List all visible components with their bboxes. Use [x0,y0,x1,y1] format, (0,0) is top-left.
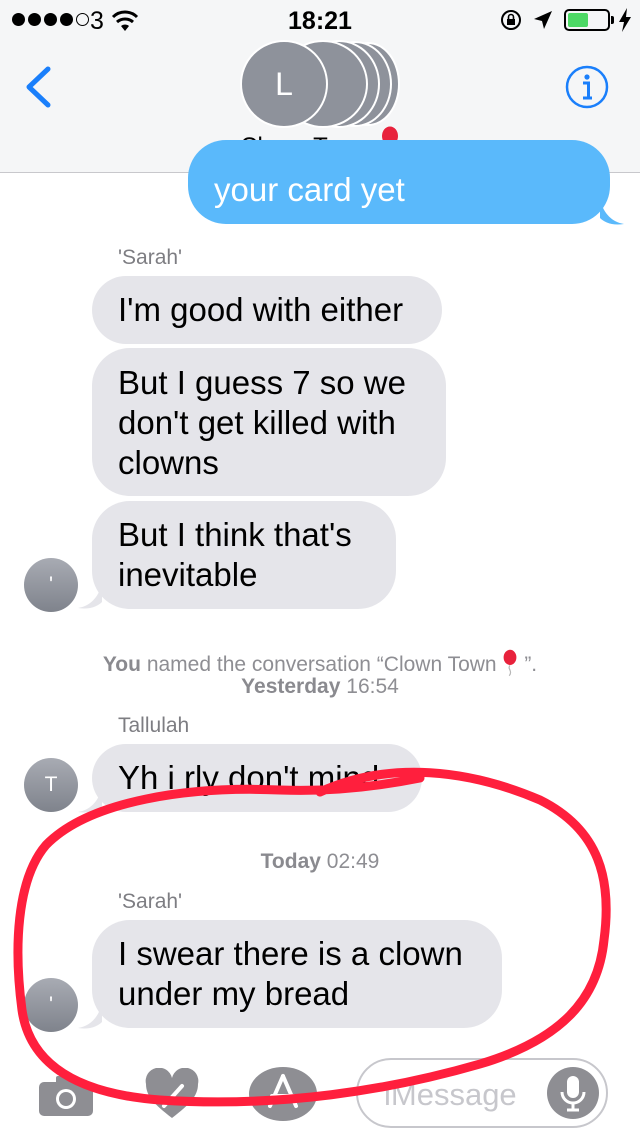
group-avatar-stack[interactable]: L [240,40,400,130]
rotation-lock-icon [501,10,521,30]
message-bubble-incoming[interactable]: I'm good with either [92,276,442,344]
message-text-line: But I think that's [118,516,352,553]
bubble-tail [78,788,102,813]
status-bar: 3 18:21 [0,0,640,40]
message-text-line: inevitable [118,556,258,593]
camera-icon[interactable] [38,1074,94,1116]
charging-bolt-icon [619,8,631,32]
battery-tip [611,16,614,24]
sender-name: 'Sarah' [118,890,183,913]
message-text-line: I swear there is a clown [118,935,463,972]
timestamp: Today 02:49 [0,850,640,874]
bubble-tail [78,584,102,609]
message-bubble-incoming[interactable]: But I think that's inevitable [92,501,396,609]
message-bubble-outgoing[interactable]: your card yet [188,140,610,224]
balloon-icon [504,649,517,677]
bubble-tail [600,200,624,225]
avatar: L [240,40,328,128]
contact-avatar[interactable]: ' [24,558,78,612]
message-bubble-incoming[interactable]: Yh i rly don't mind [92,744,422,812]
timestamp-day: Today [260,850,321,873]
back-chevron-icon[interactable] [24,66,52,108]
message-text-line: don't get killed with [118,404,396,441]
message-text-line: clowns [118,444,219,481]
rename-notice: You named the conversation “Clown Town ”… [0,649,640,677]
rename-actor: You [102,653,141,676]
message-text-line: But I guess 7 so we [118,364,406,401]
message-input-placeholder: iMessage [384,1077,517,1112]
contact-avatar[interactable]: T [24,758,78,812]
timestamp-day: Yesterday [241,675,341,698]
message-text: Yh i rly don't mind [118,759,380,796]
digital-touch-icon[interactable] [144,1068,200,1120]
microphone-icon[interactable] [546,1066,600,1120]
message-bubble-incoming[interactable]: I swear there is a clown under my bread [92,920,502,1028]
timestamp-time: 16:54 [346,675,399,698]
sender-name: 'Sarah' [118,246,183,269]
rename-text: named the conversation “Clown Town [146,653,497,676]
timestamp: Yesterday 16:54 [0,675,640,699]
sender-name: Tallulah [118,714,190,737]
rename-end: ”. [524,653,538,676]
bubble-tail [78,1004,102,1029]
message-bubble-incoming[interactable]: But I guess 7 so we don't get killed wit… [92,348,446,496]
contact-avatar[interactable]: ' [24,978,78,1032]
info-icon[interactable] [564,64,610,110]
timestamp-time: 02:49 [326,850,380,873]
location-arrow-icon [534,11,552,29]
message-text-line: under my bread [118,975,350,1012]
app-store-icon[interactable] [248,1066,318,1122]
message-text: I'm good with either [118,291,404,328]
message-text: your card yet [214,171,405,208]
battery-icon [564,9,610,31]
